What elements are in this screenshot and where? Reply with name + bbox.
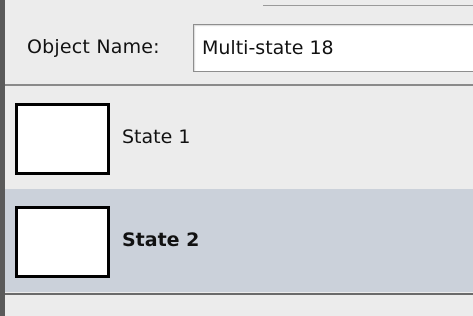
state-list: State 1 State 2 — [5, 86, 473, 316]
object-name-input[interactable] — [193, 24, 473, 72]
object-name-label: Object Name: — [27, 36, 160, 58]
object-name-row: Object Name: — [5, 12, 473, 84]
state-1-thumbnail — [15, 103, 110, 175]
panel-bottom-strip — [5, 295, 473, 316]
state-row-1[interactable]: State 1 — [5, 86, 473, 189]
state-1-label: State 1 — [122, 126, 191, 148]
state-2-thumbnail — [15, 206, 110, 278]
state-row-2[interactable]: State 2 — [5, 189, 473, 292]
panel-top-strip — [5, 0, 473, 12]
state-2-label: State 2 — [122, 229, 200, 251]
object-states-panel: Object Name: State 1 State 2 — [0, 0, 473, 316]
top-divider-notch — [263, 0, 473, 6]
